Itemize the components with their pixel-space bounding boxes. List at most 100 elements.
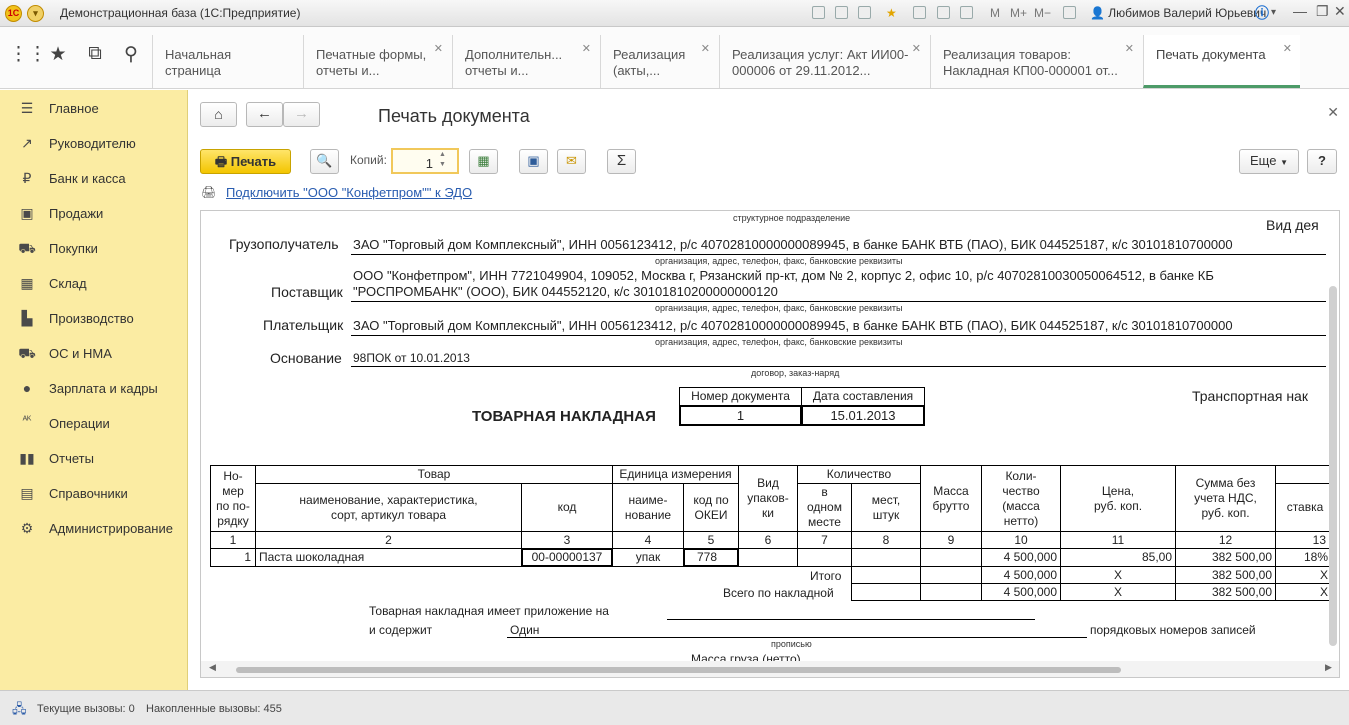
- print-button[interactable]: 🖶 Печать: [200, 149, 291, 174]
- close-icon[interactable]: ✕: [434, 41, 443, 57]
- arrow-left-icon: ←: [257, 105, 272, 122]
- sidebar-item-directories[interactable]: ▤ Справочники: [0, 476, 188, 511]
- doc-date: 15.01.2013: [801, 405, 925, 426]
- edo-connect-link[interactable]: Подключить "ООО "Конфетпром"" к ЭДО: [226, 185, 472, 200]
- copies-stepper[interactable]: ▲ ▼: [439, 150, 446, 170]
- save-icon[interactable]: [812, 6, 825, 19]
- spreadsheet-document[interactable]: структурное подразделение Вид дея Грузоп…: [200, 210, 1340, 678]
- close-icon[interactable]: ✕: [1125, 41, 1134, 57]
- history-icon[interactable]: ⧉: [83, 43, 107, 65]
- calculator-icon[interactable]: [960, 6, 973, 19]
- table-header-rate: ставка: [1275, 483, 1335, 532]
- back-button[interactable]: ←: [246, 102, 283, 127]
- home-button[interactable]: ⌂: [200, 102, 237, 127]
- sidebar-item-production[interactable]: ▙ Производство: [0, 301, 188, 336]
- table-row-price: 85,00: [1060, 548, 1176, 567]
- print-document-form: ⌂ ← → Печать документа ✕ 🖶 Печать 🔍 Копи…: [189, 90, 1349, 690]
- send-email-button[interactable]: ✉: [557, 149, 586, 174]
- sidebar-item-salary[interactable]: ● Зарплата и кадры: [0, 371, 188, 406]
- apps-grid-icon[interactable]: ⋮⋮: [9, 43, 47, 66]
- underline: [351, 301, 1326, 302]
- sidebar-item-purchases[interactable]: ⛟ Покупки: [0, 231, 188, 266]
- info-icon[interactable]: ⓘ: [1255, 3, 1269, 23]
- sidebar-item-operations[interactable]: ᴬᴷ Операции: [0, 406, 188, 441]
- history-icon[interactable]: [913, 6, 926, 19]
- sidebar-item-label: Склад: [49, 276, 87, 291]
- sidebar-item-admin[interactable]: ⚙ Администрирование: [0, 511, 188, 546]
- panels-icon[interactable]: [1063, 6, 1076, 19]
- sidebar-item-main[interactable]: ☰ Главное: [0, 91, 188, 126]
- calendar-icon[interactable]: [937, 6, 950, 19]
- total-rate: X: [1275, 566, 1335, 584]
- vertical-scrollbar[interactable]: [1329, 286, 1337, 646]
- sidebar-item-manager[interactable]: ↗ Руководителю: [0, 126, 188, 161]
- memory-plus-button[interactable]: M+: [1010, 6, 1027, 20]
- close-icon[interactable]: ✕: [912, 41, 921, 57]
- underline: [667, 619, 1035, 620]
- forward-button[interactable]: →: [283, 102, 320, 127]
- col-num: 6: [738, 531, 798, 549]
- close-icon[interactable]: ✕: [1283, 41, 1292, 57]
- doc-number: 1: [679, 405, 802, 426]
- sidebar-item-warehouse[interactable]: ▦ Склад: [0, 266, 188, 301]
- favorite-icon[interactable]: ★: [886, 6, 897, 20]
- sidebar-item-reports[interactable]: ▮▮ Отчеты: [0, 441, 188, 476]
- magnifier-icon: 🔍: [316, 153, 333, 168]
- sidebar-item-fixed-assets[interactable]: ⛟ ОС и НМА: [0, 336, 188, 371]
- tab-home[interactable]: Начальная страница: [152, 35, 302, 88]
- consignee-label: Грузополучатель: [229, 236, 339, 252]
- preview-icon[interactable]: [858, 6, 871, 19]
- copies-input[interactable]: [391, 148, 459, 174]
- sidebar-item-sales[interactable]: ▣ Продажи: [0, 196, 188, 231]
- minimize-icon[interactable]: —: [1293, 3, 1307, 19]
- edit-button[interactable]: ▦: [469, 149, 498, 174]
- user-name[interactable]: 👤 Любимов Валерий Юрьевич: [1090, 6, 1266, 20]
- tab-additional-reports[interactable]: Дополнительн... отчеты и... ✕: [452, 35, 599, 88]
- horizontal-scrollbar[interactable]: [236, 667, 1121, 673]
- help-button[interactable]: ?: [1307, 149, 1337, 174]
- total-sum: 382 500,00: [1175, 566, 1276, 584]
- sum-button[interactable]: Σ: [607, 149, 636, 174]
- tab-sales-acts[interactable]: Реализация (акты,... ✕: [600, 35, 718, 88]
- tab-goods-invoice[interactable]: Реализация товаров: Накладная КП00-00000…: [930, 35, 1142, 88]
- restore-icon[interactable]: ❐: [1316, 3, 1329, 20]
- grand-price: X: [1060, 583, 1176, 601]
- doc-number-header: Номер документа: [679, 387, 802, 406]
- underline: [351, 366, 1326, 367]
- col-num: 2: [255, 531, 522, 549]
- 1c-logo-icon[interactable]: 1С: [5, 5, 22, 22]
- supplier-value-1: ООО "Конфетпром", ИНН 7721049904, 109052…: [353, 268, 1214, 283]
- info-menu-icon[interactable]: ▾: [1271, 7, 1276, 18]
- favorites-star-icon[interactable]: ★: [46, 43, 70, 66]
- table-row-pack: [738, 548, 798, 567]
- transport-label: Транспортная нак: [1192, 388, 1308, 404]
- preview-button[interactable]: 🔍: [310, 149, 339, 174]
- scroll-right-icon[interactable]: ▶: [1325, 662, 1332, 673]
- col-num: 12: [1175, 531, 1276, 549]
- tab-print-document[interactable]: Печать документа ✕: [1143, 35, 1300, 88]
- table-header-qty: Количество: [797, 465, 921, 484]
- cart-icon: ⛟: [18, 240, 36, 256]
- save-button[interactable]: ▣: [519, 149, 548, 174]
- close-window-icon[interactable]: ✕: [1334, 3, 1346, 20]
- contract-hint: договор, заказ-наряд: [751, 368, 840, 378]
- memory-button[interactable]: M: [990, 6, 1000, 20]
- memory-minus-button[interactable]: M−: [1034, 6, 1051, 20]
- sigma-icon: Σ: [616, 152, 627, 169]
- search-icon[interactable]: ⚲: [119, 43, 143, 66]
- tab-print-forms[interactable]: Печатные формы, отчеты и... ✕: [303, 35, 451, 88]
- scroll-left-icon[interactable]: ◀: [209, 662, 216, 673]
- close-form-icon[interactable]: ✕: [1327, 104, 1339, 121]
- page-title: Печать документа: [378, 106, 530, 126]
- envelope-icon: ✉: [566, 153, 577, 168]
- tab-services-act[interactable]: Реализация услуг: Акт ИИ00-000006 от 29.…: [719, 35, 929, 88]
- tab-label: Печать документа: [1156, 47, 1266, 62]
- sidebar-item-bank[interactable]: ₽ Банк и касса: [0, 161, 188, 196]
- main-menu-icon[interactable]: ▾: [27, 5, 44, 22]
- close-icon[interactable]: ✕: [701, 41, 710, 57]
- print-icon[interactable]: [835, 6, 848, 19]
- close-icon[interactable]: ✕: [582, 41, 591, 57]
- table-header-okei: код по ОКЕИ: [683, 483, 739, 532]
- more-button[interactable]: Еще ▼: [1239, 149, 1299, 174]
- basis-value: 98ПОК от 10.01.2013: [353, 351, 470, 365]
